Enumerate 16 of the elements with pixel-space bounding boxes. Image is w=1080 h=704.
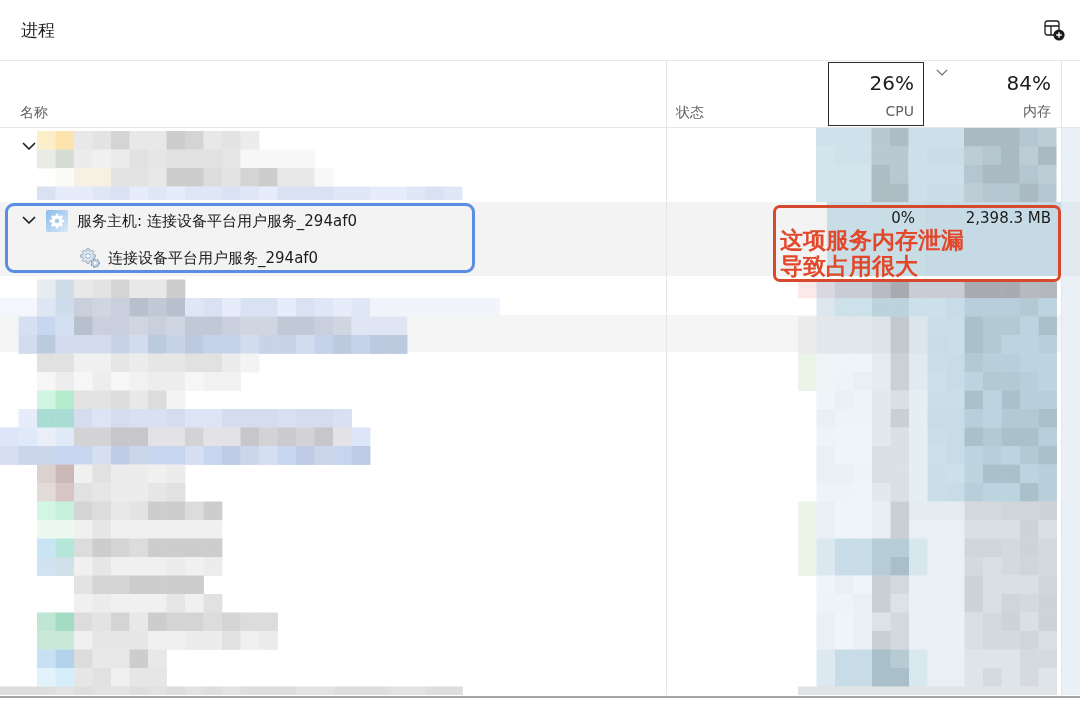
cpu-value: 0%	[891, 209, 915, 227]
process-name: 服务主机: 连接设备平台用户服务_294af0	[77, 210, 357, 231]
window-plus-icon[interactable]	[1044, 19, 1065, 41]
column-header[interactable]: 状态	[676, 102, 704, 122]
chevron-down-icon[interactable]	[22, 216, 36, 225]
chevron-down-icon[interactable]	[22, 142, 36, 151]
gears-icon	[80, 247, 100, 268]
column-header[interactable]: 84% 内存	[925, 62, 1061, 126]
annotation-text: 这项服务内存泄漏导致占用很大	[780, 227, 965, 279]
column-header[interactable]: 名称	[20, 102, 48, 122]
gear-icon	[46, 209, 68, 232]
page-title: 进程	[21, 19, 55, 41]
memory-value: 2,398.3 MB	[965, 209, 1051, 227]
service-name: 连接设备平台用户服务_294af0	[108, 247, 319, 268]
column-header[interactable]: 26% CPU	[828, 62, 924, 126]
sort-chevron-icon	[936, 69, 948, 76]
